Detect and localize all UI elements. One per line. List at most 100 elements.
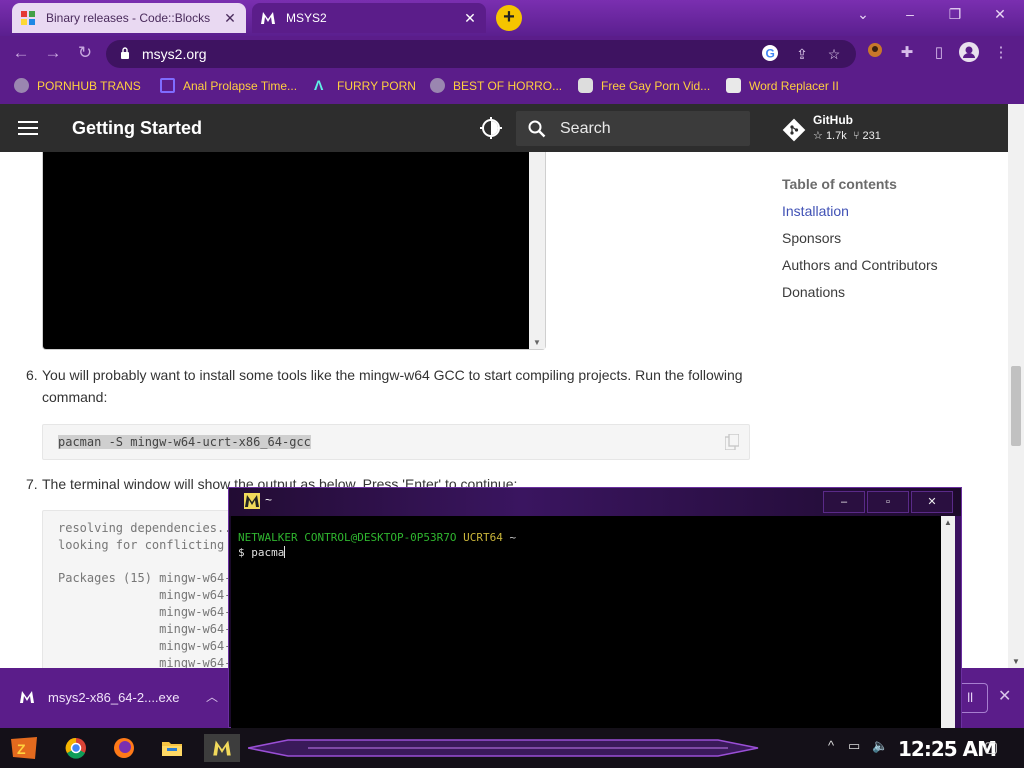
download-filename[interactable]: msys2-x86_64-2....exe [48, 690, 180, 705]
toc-item-authors[interactable]: Authors and Contributors [782, 257, 1002, 274]
close-tab-icon[interactable]: ✕ [462, 10, 478, 27]
firefox-taskbar-icon[interactable] [108, 734, 140, 762]
bookmark-star-icon[interactable]: ☆ [824, 44, 844, 64]
terminal-title: ~ [265, 493, 273, 507]
close-icon[interactable]: ✕ [998, 686, 1011, 706]
avatar[interactable] [958, 42, 980, 64]
code-line: Packages (15) mingw-w64- [58, 571, 232, 585]
minimize-icon[interactable]: – [900, 6, 920, 22]
terminal-prompt-header: NETWALKER CONTROL@DESKTOP-0P53R7O UCRT64… [238, 531, 517, 544]
lock-icon [121, 47, 129, 59]
image-scrollbar: ▼ [529, 152, 545, 349]
msys2-logo-icon [244, 493, 260, 509]
new-tab-button[interactable]: + [496, 5, 522, 31]
url-text: msys2.org [142, 46, 207, 62]
menu-hamburger-icon[interactable] [18, 121, 38, 135]
globe-icon [430, 78, 445, 93]
terminal-frame [955, 516, 961, 728]
code-line: mingw-w64-uc [58, 622, 246, 636]
bookmark-item[interactable]: Word Replacer II [726, 78, 839, 93]
volume-icon[interactable]: 🔈 [872, 738, 888, 754]
taskbar: Z ^ ▭ 🔈 12:25 AM ▢ [0, 728, 1024, 768]
code-line: mingw-w64-uc [58, 588, 246, 602]
more-menu-icon[interactable]: ⋮ [990, 42, 1012, 64]
tab-title: Binary releases - Code::Blocks [46, 11, 211, 25]
browser-toolbar: ← → ↻ msys2.org G ⇪ ☆ ✚ ▯ ⋮ [0, 36, 1024, 70]
chevron-up-icon[interactable]: ︿ [206, 688, 218, 705]
code-line: resolving dependencies... [58, 521, 239, 535]
back-arrow-icon[interactable]: ← [10, 42, 32, 64]
lambda-icon: Λ [314, 77, 324, 93]
google-icon[interactable]: G [760, 44, 780, 64]
reload-icon[interactable]: ↻ [74, 42, 96, 64]
start-logo-icon: Z [11, 737, 37, 759]
side-panel-icon[interactable]: ▯ [928, 42, 950, 64]
github-stats: ☆ 1.7k ⑂ 231 [813, 130, 881, 142]
svg-text:G: G [766, 47, 775, 61]
git-icon [782, 118, 806, 142]
lightning-icon [160, 78, 175, 93]
msys2-taskbar-icon[interactable] [204, 734, 240, 762]
terminal-maximize-button[interactable]: ▫ [867, 491, 909, 513]
tab-search-chevron-icon[interactable]: ⌄ [853, 6, 873, 23]
bookmark-item[interactable]: Anal Prolapse Time... [160, 78, 297, 93]
copy-icon[interactable] [725, 434, 739, 450]
tab-msys2[interactable]: MSYS2 ✕ [252, 3, 486, 33]
code-line: looking for conflicting [58, 538, 225, 552]
code-command[interactable]: pacman -S mingw-w64-ucrt-x86_64-gcc [58, 435, 311, 449]
globe-icon [14, 78, 29, 93]
bookmark-item[interactable]: Free Gay Porn Vid... [578, 78, 710, 93]
clock[interactable]: 12:25 AM [898, 737, 997, 761]
terminal-close-button[interactable]: ✕ [911, 491, 953, 513]
code-line: mingw-w64-uc [58, 656, 246, 668]
code-block-gcc: pacman -S mingw-w64-ucrt-x86_64-gcc [42, 424, 750, 460]
terminal-window[interactable]: ~ – ▫ ✕ NETWALKER CONTROL@DESKTOP-0P53R7… [228, 487, 962, 728]
start-button[interactable]: Z [8, 734, 40, 762]
toc-item-sponsors[interactable]: Sponsors [782, 230, 1002, 247]
share-icon[interactable]: ⇪ [792, 44, 812, 64]
code-line: mingw-w64-uc [58, 605, 246, 619]
github-label: GitHub [813, 113, 853, 127]
bookmark-item[interactable]: Λ FURRY PORN [314, 78, 416, 93]
bookmark-item[interactable]: BEST OF HORRO... [430, 78, 562, 93]
file-explorer-taskbar-icon[interactable] [156, 734, 188, 762]
scroll-down-icon[interactable]: ▼ [1012, 657, 1020, 666]
terminal-screen[interactable]: NETWALKER CONTROL@DESKTOP-0P53R7O UCRT64… [231, 516, 941, 728]
notification-icon[interactable]: ▢ [984, 738, 998, 756]
msys2-logo-icon [261, 12, 275, 24]
svg-text:Z: Z [17, 741, 26, 757]
page-title: Getting Started [72, 118, 203, 138]
tab-title: MSYS2 [286, 11, 327, 25]
fork-icon: ⑂ [852, 130, 860, 142]
bookmark-item[interactable]: PORNHUB TRANS [14, 78, 141, 93]
search-input[interactable]: Search [516, 111, 750, 146]
theme-toggle-icon[interactable] [480, 117, 502, 139]
tab-codeblocks[interactable]: Binary releases - Code::Blocks ✕ [12, 3, 246, 33]
page-scrollbar[interactable]: ▼ [1008, 104, 1024, 668]
terminal-screenshot-image: ▼ [42, 152, 546, 350]
toc-item-donations[interactable]: Donations [782, 284, 1002, 301]
close-window-icon[interactable]: ✕ [990, 6, 1010, 23]
network-icon[interactable]: ▭ [848, 738, 860, 754]
address-bar[interactable]: msys2.org G ⇪ ☆ [106, 40, 856, 68]
terminal-minimize-button[interactable]: – [823, 491, 865, 513]
terminal-input-line: $ pacma [238, 546, 286, 559]
code-line: mingw-w64-uc [58, 639, 246, 653]
taskbar-decoration [248, 739, 759, 757]
toc-item-installation[interactable]: Installation [782, 203, 1002, 220]
extensions-puzzle-icon[interactable]: ✚ [896, 42, 918, 64]
bookmarks-bar: PORNHUB TRANS Anal Prolapse Time... Λ FU… [0, 70, 1024, 104]
profile-extension-icon[interactable] [864, 42, 886, 64]
text-cursor [284, 546, 286, 558]
close-tab-icon[interactable]: ✕ [222, 10, 238, 27]
terminal-titlebar[interactable]: ~ – ▫ ✕ [229, 488, 961, 516]
chrome-taskbar-icon[interactable] [60, 734, 92, 762]
search-placeholder: Search [560, 120, 611, 137]
restore-icon[interactable]: ❐ [945, 6, 965, 23]
msys2-logo-icon [20, 691, 34, 703]
forward-arrow-icon[interactable]: → [42, 42, 64, 64]
scrollbar-thumb[interactable] [1011, 366, 1021, 446]
terminal-scrollbar[interactable]: ▲ [941, 516, 955, 728]
tray-chevron-up-icon[interactable]: ^ [828, 738, 834, 753]
table-of-contents: Table of contents Installation Sponsors … [782, 176, 1002, 311]
